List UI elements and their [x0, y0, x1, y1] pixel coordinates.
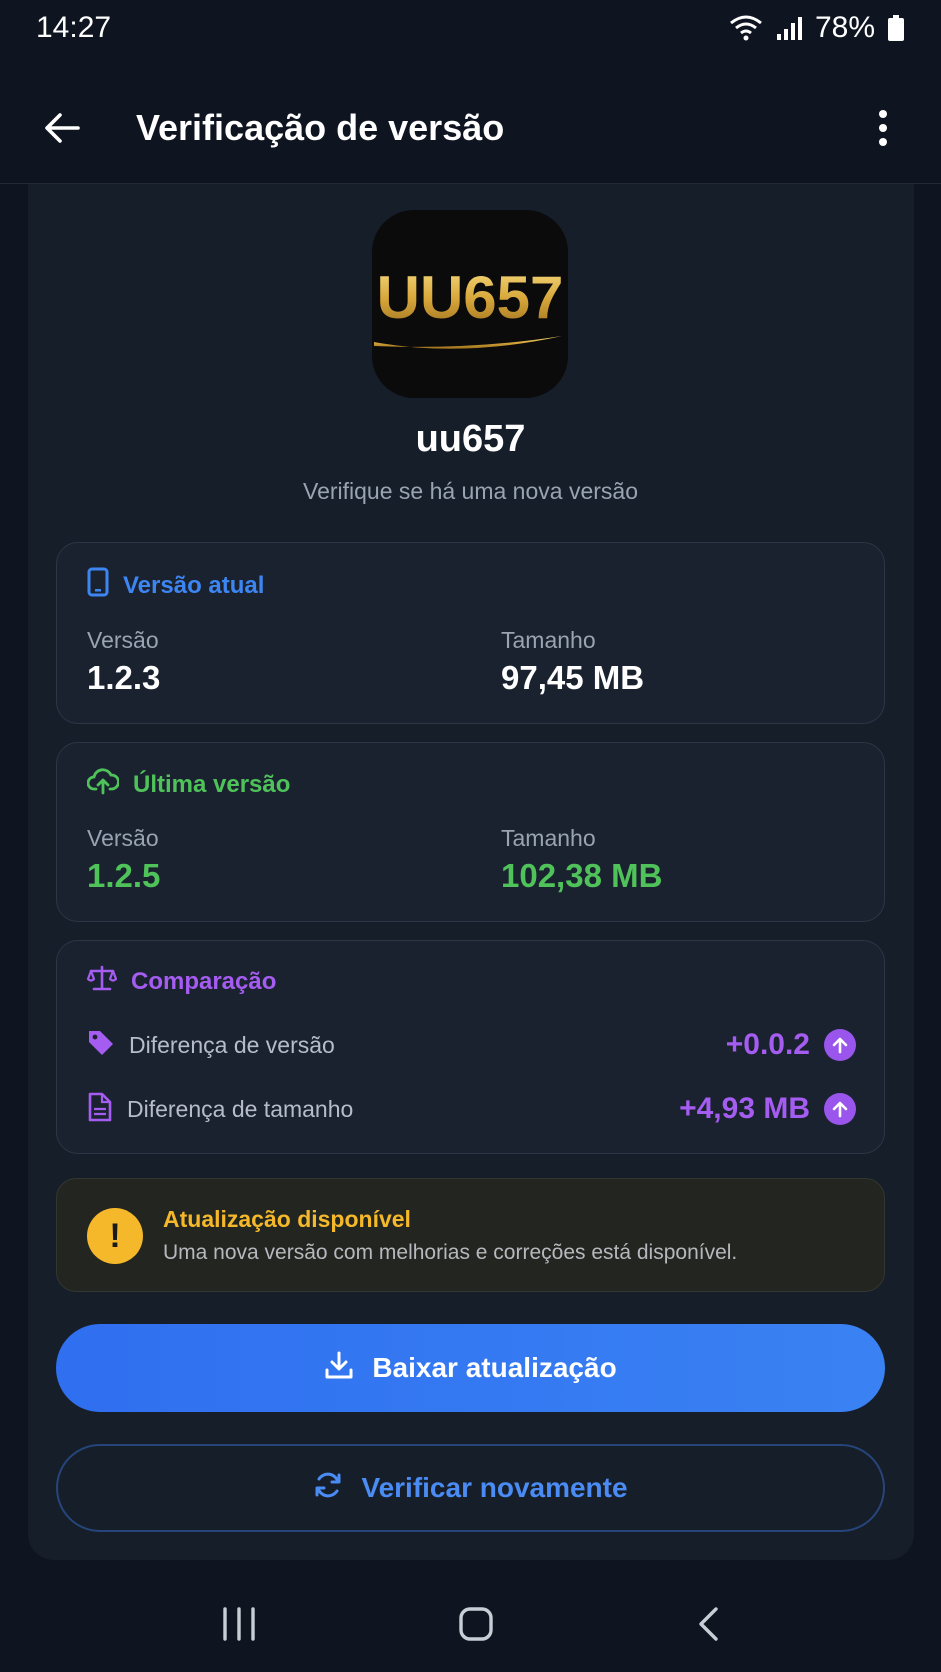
latest-size-value: 102,38 MB [501, 857, 663, 894]
version-diff-row: Diferença de versão +0.0.2 [87, 1025, 856, 1065]
app-subtitle: Verifique se há uma nova versão [303, 478, 638, 504]
app-name: uu657 [415, 418, 526, 460]
cloud-upload-icon [86, 767, 120, 802]
more-options-button[interactable] [863, 104, 903, 152]
download-update-button[interactable]: Baixar atualização [56, 1324, 885, 1412]
back-button[interactable] [38, 104, 86, 152]
status-time: 14:27 [36, 11, 112, 44]
current-size-value: 97,45 MB [501, 659, 645, 696]
current-version-label: Versão [87, 627, 159, 653]
size-diff-value: +4,93 MB [679, 1092, 810, 1125]
home-button[interactable] [458, 1606, 494, 1647]
download-button-label: Baixar atualização [372, 1352, 617, 1383]
latest-version-title: Última versão [133, 770, 291, 798]
alert-title: Atualização disponível [163, 1206, 411, 1232]
arrow-up-icon [824, 1029, 856, 1061]
svg-text:UU657: UU657 [377, 264, 564, 331]
wifi-icon [729, 14, 763, 42]
status-bar: 14:27 78% [0, 0, 941, 56]
check-again-label: Verificar novamente [361, 1472, 628, 1503]
check-again-button[interactable]: Verificar novamente [56, 1444, 885, 1532]
arrow-up-icon [824, 1093, 856, 1125]
system-back-button[interactable] [696, 1606, 720, 1647]
warning-icon: ! [87, 1208, 143, 1264]
download-icon [324, 1350, 354, 1387]
current-size-label: Tamanho [501, 627, 596, 653]
refresh-icon [313, 1470, 343, 1507]
battery-percent: 78% [814, 11, 875, 44]
comparison-card: Comparação Diferença de versão +0.0.2 Di… [56, 940, 885, 1154]
update-available-alert: ! Atualização disponível Uma nova versão… [56, 1178, 885, 1292]
home-icon [459, 1606, 494, 1641]
recent-apps-button[interactable] [221, 1606, 257, 1646]
system-nav-bar [0, 1580, 941, 1672]
battery-icon [887, 14, 905, 42]
chevron-left-icon [699, 1606, 718, 1641]
status-icons: 78% [729, 11, 905, 45]
current-version-card: Versão atual Versão 1.2.3 Tamanho 97,45 … [56, 542, 885, 724]
recent-apps-icon [223, 1606, 255, 1641]
tag-icon [87, 1029, 115, 1062]
size-diff-label: Diferença de tamanho [127, 1095, 354, 1122]
latest-version-label: Versão [87, 825, 159, 851]
alert-message: Uma nova versão com melhorias e correçõe… [163, 1241, 738, 1264]
current-version-value: 1.2.3 [87, 659, 161, 696]
file-icon [87, 1092, 113, 1127]
more-vert-icon [879, 109, 887, 146]
latest-size-label: Tamanho [501, 825, 596, 851]
version-diff-label: Diferença de versão [129, 1031, 335, 1058]
arrow-left-icon [45, 112, 80, 143]
latest-version-card: Última versão Versão 1.2.5 Tamanho 102,3… [56, 742, 885, 922]
comparison-title: Comparação [131, 967, 277, 995]
current-version-title: Versão atual [123, 571, 265, 599]
app-logo: UU657 [372, 210, 568, 398]
version-diff-value: +0.0.2 [725, 1028, 810, 1061]
app-bar: Verificação de versão [0, 72, 941, 184]
scale-icon [86, 965, 118, 998]
page-title: Verificação de versão [136, 106, 505, 148]
latest-version-value: 1.2.5 [87, 857, 161, 894]
signal-icon [775, 14, 803, 42]
phone-icon [87, 567, 109, 604]
size-diff-row: Diferença de tamanho +4,93 MB [87, 1089, 856, 1129]
